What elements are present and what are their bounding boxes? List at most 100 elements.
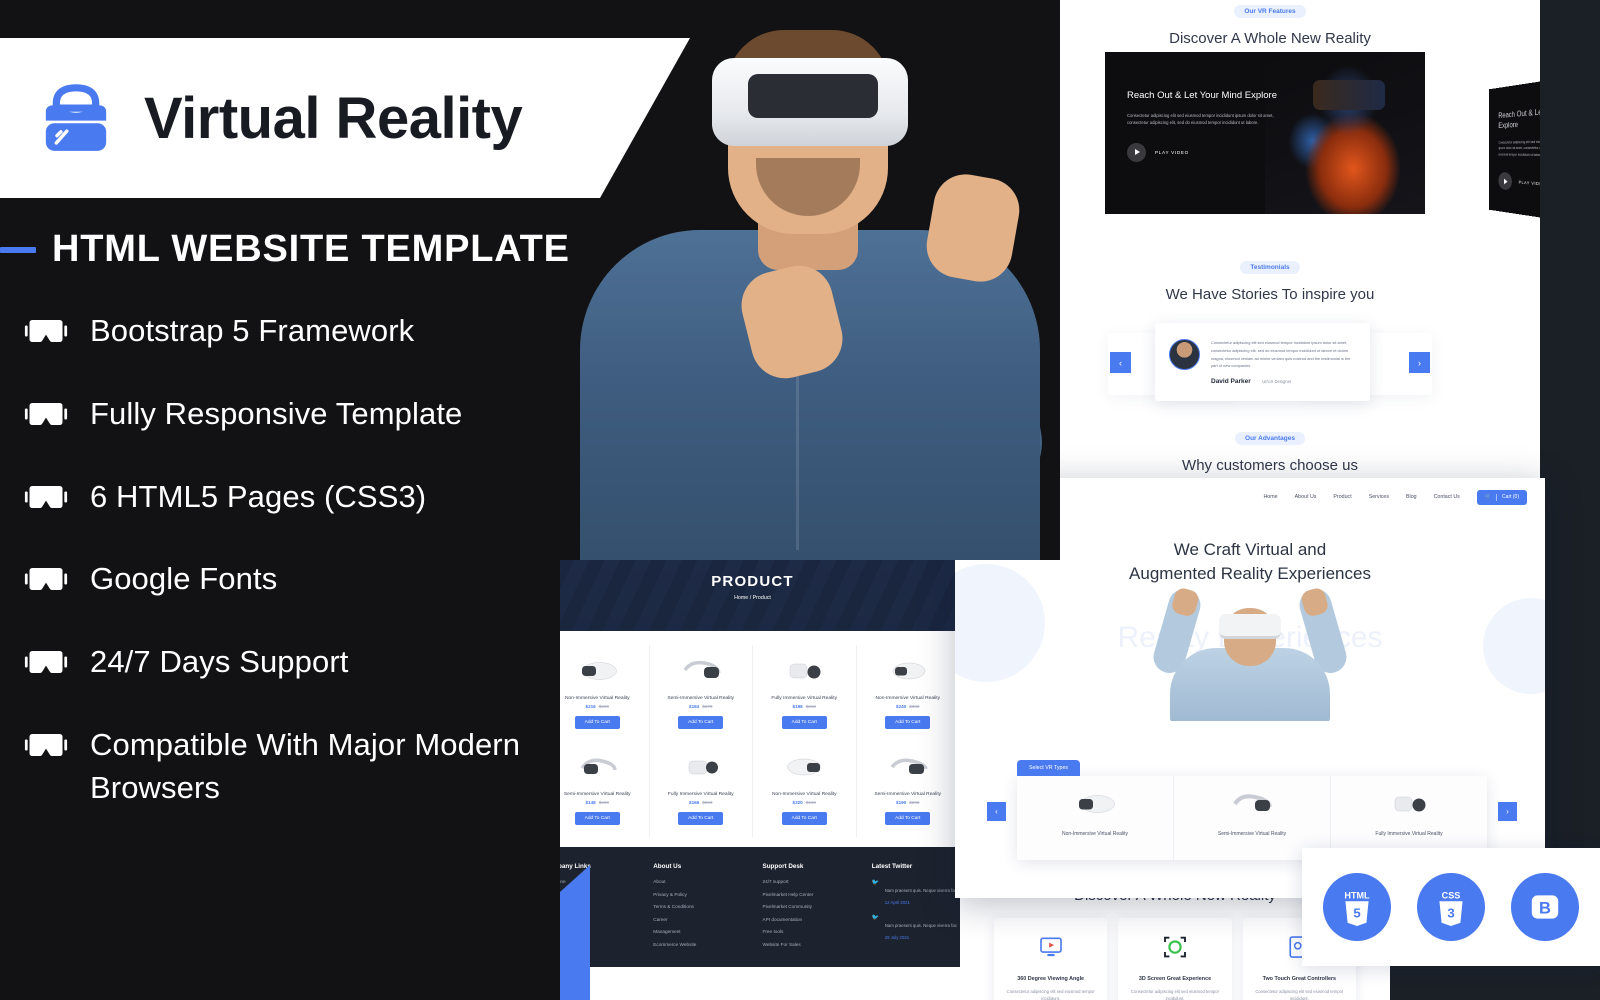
product-card[interactable]: Fully Immersive Virtual Reality $198 $310… bbox=[753, 645, 857, 741]
vr-type-item[interactable]: Non-Immersive Virtual Reality bbox=[1017, 776, 1174, 860]
vr-goggles-icon bbox=[24, 485, 68, 508]
vr-goggles-icon bbox=[24, 733, 68, 756]
chevron-right-icon: › bbox=[1418, 357, 1421, 368]
testimonials-section: Testimonials We Have Stories To inspire … bbox=[1000, 256, 1540, 417]
nav-link-home[interactable]: Home bbox=[1263, 494, 1277, 500]
add-to-cart-button[interactable]: Add To Cart bbox=[885, 812, 931, 825]
svg-text:CSS: CSS bbox=[1442, 891, 1461, 901]
feature-label: Compatible With Major Modern Browsers bbox=[90, 726, 521, 805]
svg-text:5: 5 bbox=[1353, 906, 1360, 921]
product-name: Non-Immersive Virtual Reality bbox=[771, 792, 837, 797]
vr-goggles-icon bbox=[24, 402, 68, 425]
footer-link[interactable]: Website For Sales bbox=[763, 942, 852, 947]
css3-badge: CSS 3 bbox=[1417, 873, 1485, 941]
advantages-section: Our Advantages Why customers choose us bbox=[1000, 427, 1540, 474]
svg-text:B: B bbox=[1539, 899, 1551, 918]
feature-list: Bootstrap 5 Framework Fully Responsive T… bbox=[24, 310, 664, 849]
vr-headset-product-icon bbox=[890, 758, 928, 774]
testimonial-role: UI/UX Designer bbox=[1262, 379, 1292, 385]
feature-label: 6 HTML5 Pages (CSS3) bbox=[90, 478, 427, 514]
vr-headset-icon bbox=[1394, 796, 1426, 812]
price-old: $310 bbox=[805, 704, 816, 709]
tweet-date: 29 July 2021 bbox=[884, 935, 910, 940]
tweet-text: Nam praesent quis. Neque viverra fac bbox=[884, 888, 957, 893]
feature-label: Fully Responsive Template bbox=[90, 395, 463, 431]
add-to-cart-button[interactable]: Add To Cart bbox=[885, 716, 931, 729]
footer-link[interactable]: API documentation bbox=[763, 917, 852, 922]
vr-goggles-photo-element bbox=[1219, 614, 1281, 639]
vr-types-tab[interactable]: Select VR Types bbox=[1017, 760, 1081, 776]
vr-type-label: Semi-Immersive Virtual Reality bbox=[1217, 831, 1287, 837]
list-item: Compatible With Major Modern Browsers bbox=[24, 724, 664, 810]
cart-button[interactable]: 🛒 Cart (0) bbox=[1476, 489, 1527, 505]
feature-card-body: Consectetur adipiscing elit sed eiusmod … bbox=[1006, 989, 1095, 1000]
testimonial-next-button[interactable]: › bbox=[1409, 352, 1430, 373]
hero-right-title: Reach Out & Let Your Mind Explore bbox=[1498, 104, 1540, 130]
tech-badges-panel: HTML 5 CSS 3 B bbox=[1302, 848, 1600, 966]
bootstrap-badge: B bbox=[1511, 873, 1579, 941]
play-icon bbox=[1498, 171, 1512, 191]
product-card[interactable]: Semi-Immersive Virtual Reality $190 $280 … bbox=[857, 741, 960, 837]
feature-card[interactable]: 360 Degree Viewing Angle Consectetur adi… bbox=[994, 918, 1108, 1000]
vr-type-label: Non-Immersive Virtual Reality bbox=[1061, 831, 1129, 837]
nav-link-blog[interactable]: Blog bbox=[1406, 494, 1417, 500]
hero-body: Consectetur adipiscing elit sed eiusmod … bbox=[1127, 112, 1274, 126]
nav-link-contact[interactable]: Contact Us bbox=[1434, 494, 1460, 500]
promo-subtitle: HTML WEBSITE TEMPLATE bbox=[52, 228, 570, 270]
add-to-cart-button[interactable]: Add To Cart bbox=[781, 716, 827, 729]
vr-goggles-icon bbox=[24, 651, 68, 674]
nav-link-services[interactable]: Services bbox=[1369, 494, 1389, 500]
hero-right-body: Consectetur adipiscing elit sed eiusmod … bbox=[1498, 139, 1540, 157]
hero-line-1: We Craft Virtual and bbox=[1173, 540, 1327, 559]
price-old: $280 bbox=[909, 800, 920, 805]
hero-slide-right[interactable]: Reach Out & Let Your Mind Explore Consec… bbox=[1488, 72, 1540, 227]
play-video-button-right[interactable]: PLAY VIDEO bbox=[1498, 171, 1540, 199]
footer-link[interactable]: Free tools bbox=[763, 929, 852, 934]
vr-headset-product-icon bbox=[790, 663, 821, 679]
footer-heading: Latest Twitter bbox=[871, 863, 913, 870]
page-title: PRODUCT bbox=[711, 573, 794, 590]
testimonial-prev-button[interactable]: ‹ bbox=[1110, 352, 1131, 373]
chevron-left-icon: ‹ bbox=[995, 807, 998, 816]
list-item: Fully Responsive Template bbox=[24, 393, 664, 436]
feature-label: 24/7 Days Support bbox=[90, 644, 349, 680]
footer-link[interactable]: 24/7 support bbox=[763, 879, 852, 884]
testimonial-author: David Parker bbox=[1211, 378, 1251, 386]
cart-label: Cart (0) bbox=[1502, 494, 1519, 500]
html5-badge: HTML 5 bbox=[1323, 873, 1391, 941]
product-price: $240 $330 bbox=[861, 704, 956, 709]
vr-headset-product-icon bbox=[892, 662, 925, 680]
footer-column-support: Support Desk 24/7 support Pixelmarket He… bbox=[763, 863, 852, 954]
feature-card[interactable]: 3D Screen Great Experience Consectetur a… bbox=[1118, 918, 1232, 1000]
nav-link-product[interactable]: Product bbox=[1333, 494, 1351, 500]
feature-label: Google Fonts bbox=[90, 561, 278, 597]
twitter-icon: 🐦 bbox=[871, 880, 880, 886]
product-card[interactable]: Non-Immersive Virtual Reality $240 $330 A… bbox=[857, 645, 960, 741]
play-video-button[interactable]: PLAY VIDEO bbox=[1127, 142, 1277, 162]
vr-types-prev-button[interactable]: ‹ bbox=[987, 802, 1006, 821]
testimonial-quote: Consectetur adipiscing elit sed eiusmod … bbox=[1211, 340, 1351, 369]
tweet-item[interactable]: 🐦 Nam praesent quis. Neque viverra fac 2… bbox=[872, 914, 961, 940]
footer-link[interactable]: Pixelmarket Help Center bbox=[763, 892, 852, 897]
add-to-cart-button[interactable]: Add To Cart bbox=[781, 812, 827, 825]
feature-card-body: Consectetur adipiscing elit sed eiusmod … bbox=[1131, 989, 1219, 1000]
footer-link[interactable]: Pixelmarket Community bbox=[763, 904, 852, 909]
play-icon bbox=[1127, 142, 1146, 162]
subtitle-row: HTML WEBSITE TEMPLATE bbox=[0, 228, 570, 271]
hero-person-photo bbox=[1149, 578, 1351, 721]
vr-headset-icon bbox=[1233, 794, 1272, 811]
price-old: $270 bbox=[702, 704, 713, 709]
scan-3d-icon bbox=[1164, 936, 1186, 958]
testimonials-heading: We Have Stories To inspire you bbox=[1165, 286, 1375, 303]
footer-column-twitter: Latest Twitter 🐦 Nam praesent quis. Nequ… bbox=[872, 863, 961, 954]
brand-banner: Virtual Reality bbox=[0, 38, 690, 198]
product-card[interactable]: Non-Immersive Virtual Reality $320 $410 A… bbox=[753, 741, 857, 837]
vr-headset-product-icon bbox=[787, 758, 821, 776]
play-video-label: PLAY VIDEO bbox=[1518, 179, 1540, 187]
feature-card-body: Consectetur adipiscing elit sed eiusmod … bbox=[1255, 989, 1344, 1000]
nav-link-about[interactable]: About Us bbox=[1295, 494, 1317, 500]
feature-label: Bootstrap 5 Framework bbox=[90, 313, 415, 348]
vr-types-next-button[interactable]: › bbox=[1498, 802, 1517, 821]
tweet-item[interactable]: 🐦 Nam praesent quis. Neque viverra fac 1… bbox=[872, 879, 961, 905]
product-price: $320 $410 bbox=[757, 800, 852, 805]
